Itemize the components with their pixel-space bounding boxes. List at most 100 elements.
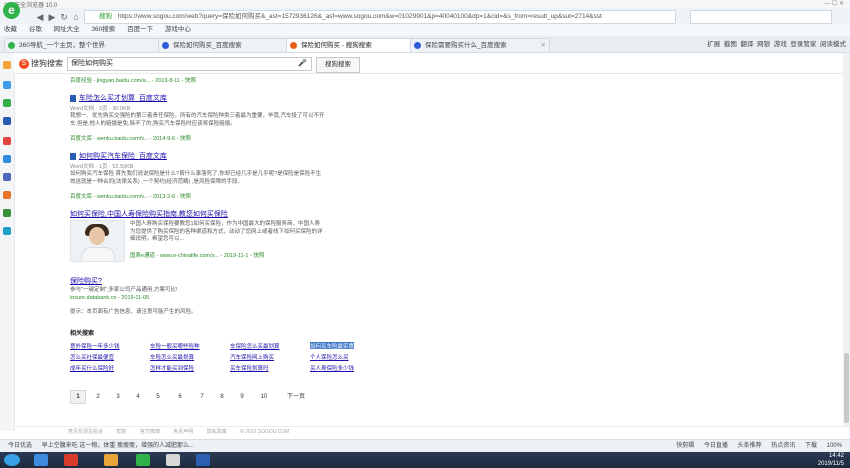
- taskbar-clock[interactable]: 14:42 2019/11/5: [818, 452, 844, 468]
- status-item[interactable]: 今日优选: [8, 443, 32, 449]
- status-item[interactable]: 今日直播: [704, 443, 728, 449]
- bookmark-item[interactable]: 谷歌: [29, 26, 42, 33]
- related-search-link[interactable]: 怎么买社保最便宜: [70, 353, 114, 361]
- status-item[interactable]: 热点资讯: [771, 443, 795, 449]
- status-item[interactable]: 下载: [805, 443, 817, 449]
- related-search-link[interactable]: 个人保险怎么买: [310, 353, 349, 361]
- games-button[interactable]: 游戏: [774, 41, 787, 48]
- game-icon[interactable]: [3, 191, 11, 199]
- result-title[interactable]: 保险购买?: [70, 276, 102, 286]
- page-link[interactable]: 6: [172, 390, 188, 404]
- related-search-link[interactable]: 买车保险划算吗: [230, 364, 269, 372]
- login-manager-button[interactable]: 登录管家: [790, 41, 816, 48]
- result-source[interactable]: insure.databank.cn - 2019-11-05: [70, 295, 149, 301]
- bank-button[interactable]: 网银: [757, 41, 770, 48]
- app-icon[interactable]: [64, 454, 78, 466]
- search-input[interactable]: 保险如何购买 🎤: [67, 57, 312, 71]
- app-icon[interactable]: [166, 454, 180, 466]
- page-link[interactable]: 2: [90, 390, 106, 404]
- result-thumbnail[interactable]: [70, 220, 125, 262]
- result-snippet: 参与"一键定制",多家公司产品通用,方案可比!: [70, 287, 178, 293]
- scrollbar-thumb[interactable]: [844, 353, 849, 423]
- close-icon[interactable]: ✕: [541, 39, 546, 52]
- related-search-link[interactable]: 怎样才能买到保险: [150, 364, 194, 372]
- tab-sogou-search[interactable]: 保险如何购买 - 搜狗搜索 ✕: [286, 38, 422, 52]
- ie-icon[interactable]: [34, 454, 48, 466]
- related-search-link[interactable]: 汽车保险网上购买: [230, 353, 274, 361]
- status-item[interactable]: 快剪辑: [676, 443, 694, 449]
- start-button-icon[interactable]: [4, 454, 20, 466]
- result-title[interactable]: 如何购买汽车保险_百度文库: [70, 151, 167, 161]
- tab-label: 保险需要购买什么_百度搜索: [425, 42, 507, 49]
- bookmark-item[interactable]: 360搜索: [91, 26, 115, 33]
- bookmark-item[interactable]: 百度一下: [127, 26, 153, 33]
- word-icon[interactable]: [196, 454, 210, 466]
- next-page-link[interactable]: 下一页: [280, 390, 312, 404]
- result-title[interactable]: 车险怎么买才划算_百度文库: [70, 93, 167, 103]
- reading-mode-button[interactable]: 阅读模式: [820, 41, 846, 48]
- forward-icon[interactable]: ▶: [46, 11, 58, 23]
- mail-icon[interactable]: [3, 173, 11, 181]
- microphone-icon[interactable]: 🎤: [298, 58, 307, 70]
- page-link[interactable]: 10: [254, 390, 274, 404]
- page-link[interactable]: 3: [110, 390, 126, 404]
- footer-link[interactable]: 免责声明: [173, 429, 193, 435]
- translate-button[interactable]: 翻译: [741, 41, 754, 48]
- footer-link[interactable]: 意见反馈及投诉: [68, 429, 103, 435]
- result-source[interactable]: 百度文库 - wenku.baidu.com/v... - 2014-9-6 -…: [70, 134, 191, 142]
- related-search-link[interactable]: 成年买什么保险好: [70, 364, 114, 372]
- page-link[interactable]: 5: [150, 390, 166, 404]
- page-link[interactable]: 1: [70, 390, 86, 404]
- bookmark-item[interactable]: 收藏: [4, 26, 17, 33]
- windows-taskbar: [0, 452, 850, 468]
- more-icon[interactable]: [3, 227, 11, 235]
- related-search-link[interactable]: 车险怎么买最划算: [150, 353, 194, 361]
- tab-baidu-search-2[interactable]: 保险需要购买什么_百度搜索 ✕: [410, 38, 550, 52]
- browser-logo-icon[interactable]: e: [3, 2, 20, 19]
- cloud-icon[interactable]: [3, 155, 11, 163]
- tab-baidu-search[interactable]: 保险如何购买_百度搜索 ✕: [158, 38, 298, 52]
- result-source-truncated[interactable]: 百度经验 - jingyan.baidu.com/a... - 2019-8-1…: [70, 76, 196, 84]
- refresh-icon[interactable]: ↻: [58, 11, 70, 23]
- folder-icon[interactable]: [104, 454, 118, 466]
- weibo-icon[interactable]: [3, 81, 11, 89]
- screenshot-button[interactable]: 截图: [724, 41, 737, 48]
- footer-link[interactable]: 官方微博: [140, 429, 160, 435]
- status-news[interactable]: 早上空腹来吃 这一物，体重 瘦瘦瘦，增强的人减肥那么...: [42, 443, 194, 449]
- bookmark-item[interactable]: 游戏中心: [165, 26, 191, 33]
- back-icon[interactable]: ◀: [34, 11, 46, 23]
- extensions-button[interactable]: 扩展: [707, 41, 720, 48]
- footer-link[interactable]: 隐私政策: [207, 429, 227, 435]
- sogou-logo[interactable]: S 搜狗搜索: [19, 58, 63, 69]
- news-icon[interactable]: [3, 117, 11, 125]
- browser-search-input[interactable]: [690, 10, 832, 24]
- url-input[interactable]: 搜狗 https://www.sogou.com/web?query=保险如何购…: [84, 10, 676, 24]
- page-link[interactable]: 7: [194, 390, 210, 404]
- browser-360-icon[interactable]: [136, 454, 150, 466]
- wechat-icon[interactable]: [3, 99, 11, 107]
- related-search-link[interactable]: 意外保险一年多少钱: [70, 342, 120, 350]
- video-icon[interactable]: [3, 137, 11, 145]
- page-link[interactable]: 8: [214, 390, 230, 404]
- bookmark-item[interactable]: 网址大全: [54, 26, 80, 33]
- search-button[interactable]: 搜狗搜索: [316, 57, 360, 73]
- footer-link[interactable]: 帮助: [116, 429, 126, 435]
- related-search-link[interactable]: 车保险怎么买最划算: [230, 342, 280, 350]
- tool-icon[interactable]: [3, 209, 11, 217]
- page-link[interactable]: 9: [234, 390, 250, 404]
- sogou-logo-icon: S: [19, 58, 29, 69]
- result-title[interactable]: 如何买保险,中国人寿保险购买指南,教您如何买保险: [70, 209, 228, 219]
- status-item[interactable]: 头条推荐: [738, 443, 762, 449]
- result-source[interactable]: 国寿e通道 - www.e-chinalife.com/s... - 2019-…: [130, 251, 264, 259]
- related-search-link[interactable]: 如何买车险最实惠: [310, 342, 355, 350]
- window-controls[interactable]: — ☐ ✕: [824, 0, 844, 7]
- zoom-level[interactable]: 100%: [827, 443, 842, 449]
- related-search-link[interactable]: 车险一般买哪些险种: [150, 342, 200, 350]
- favorites-icon[interactable]: [3, 61, 11, 69]
- home-icon[interactable]: ⌂: [70, 11, 82, 23]
- page-link[interactable]: 4: [130, 390, 146, 404]
- tab-360-nav[interactable]: 360导航_一个主页，整个世界 ✕: [4, 38, 170, 52]
- related-search-link[interactable]: 买人寿保险多少钱: [310, 364, 354, 372]
- result-source[interactable]: 百度文库 - wenku.baidu.com/v... - 2013-2-6 -…: [70, 192, 191, 200]
- vertical-scrollbar[interactable]: [843, 53, 850, 426]
